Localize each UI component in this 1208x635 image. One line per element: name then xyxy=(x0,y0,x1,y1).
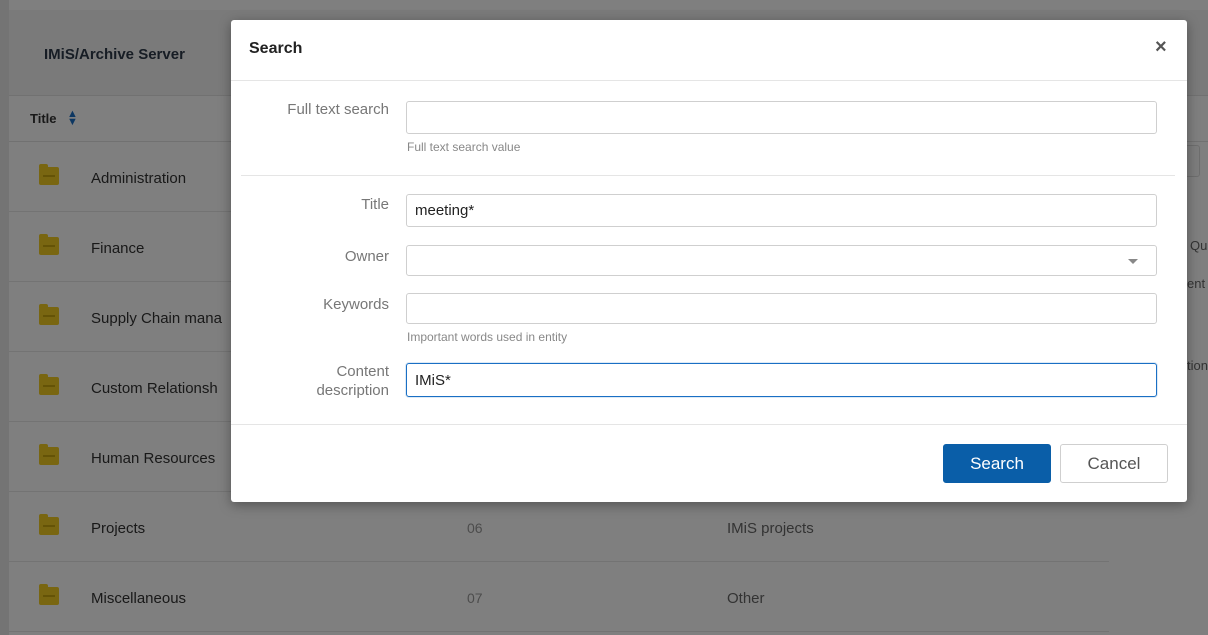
dialog-header: Search × xyxy=(231,20,1187,81)
keywords-help: Important words used in entity xyxy=(407,330,568,344)
full-text-search-help: Full text search value xyxy=(407,140,521,154)
owner-label: Owner xyxy=(344,248,389,265)
close-icon[interactable]: × xyxy=(1155,37,1167,57)
cancel-button[interactable]: Cancel xyxy=(1060,444,1168,483)
content-description-input[interactable] xyxy=(406,363,1157,397)
chevron-down-icon xyxy=(1128,259,1138,264)
full-text-search-label: Full text search xyxy=(287,101,389,118)
content-description-label-line2: description xyxy=(316,382,389,399)
owner-select[interactable] xyxy=(406,245,1157,276)
title-input[interactable] xyxy=(406,194,1157,227)
dialog-title: Search xyxy=(249,40,303,57)
dialog-footer-divider xyxy=(231,424,1187,425)
keywords-input[interactable] xyxy=(406,293,1157,324)
search-button[interactable]: Search xyxy=(943,444,1051,483)
search-dialog: Search × Full text search Full text sear… xyxy=(231,20,1187,502)
keywords-label: Keywords xyxy=(323,296,389,313)
title-label: Title xyxy=(361,196,389,213)
content-description-label-line1: Content xyxy=(336,363,389,380)
full-text-search-input[interactable] xyxy=(406,101,1157,134)
section-divider xyxy=(241,175,1175,176)
